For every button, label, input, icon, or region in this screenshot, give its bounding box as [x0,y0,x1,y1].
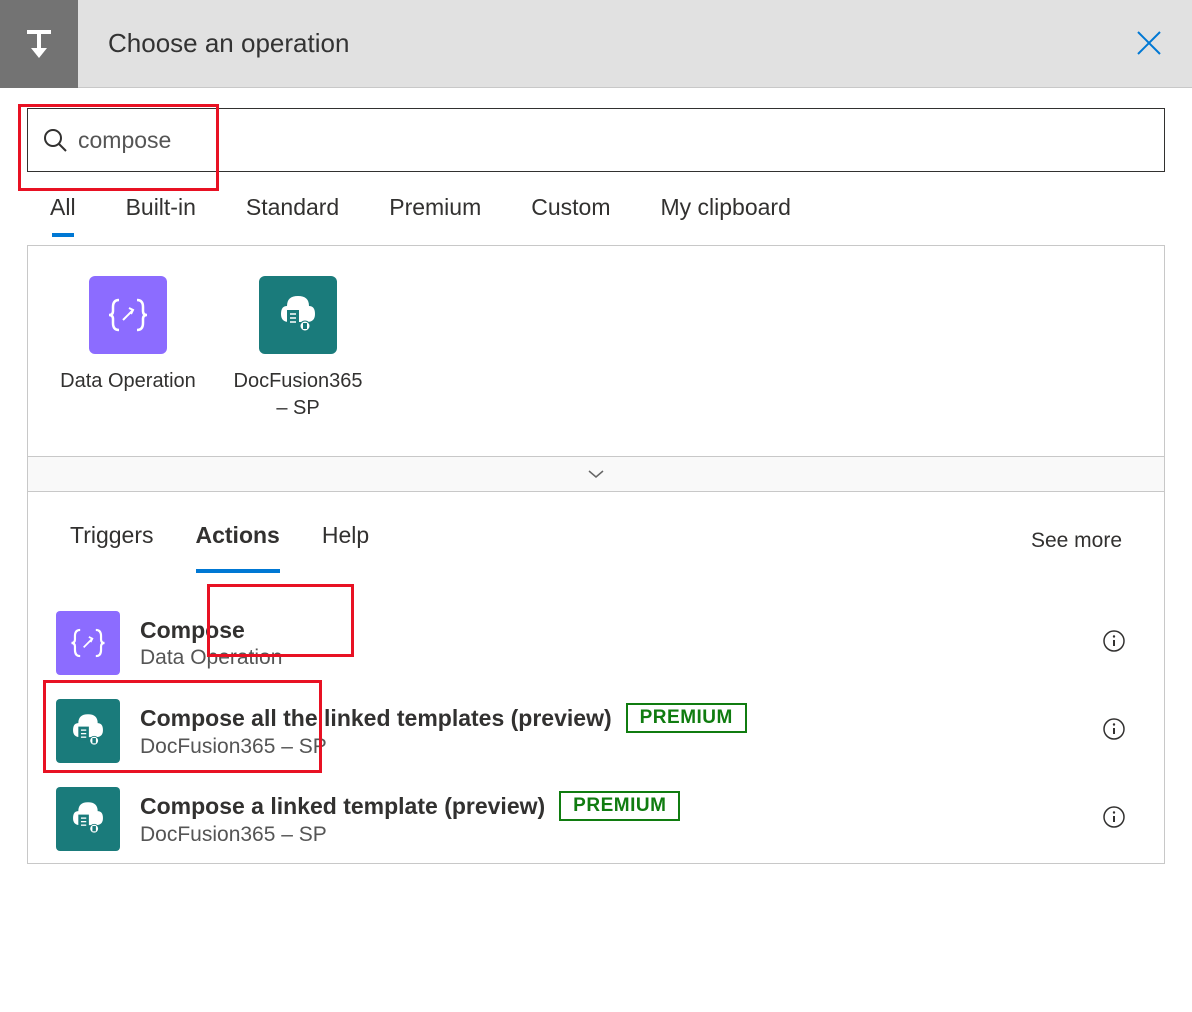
action-text: Compose Data Operation [140,617,1136,670]
info-icon [1102,717,1126,741]
action-compose-all-linked-templates[interactable]: Compose all the linked templates (previe… [46,687,1146,775]
operation-picker-icon [0,0,78,88]
connector-label: Data Operation [58,368,198,395]
connectors-area: Data Operation DocFusion365 – SP [28,246,1164,456]
search-box[interactable] [27,108,1165,172]
category-tabs: All Built-in Standard Premium Custom My … [0,194,1192,245]
action-sub: DocFusion365 – SP [140,823,1136,847]
info-icon [1102,805,1126,829]
action-list: Compose Data Operation [28,577,1164,863]
info-button[interactable] [1102,629,1126,658]
results-panel: Data Operation DocFusion365 – SP [27,245,1165,864]
info-icon [1102,629,1126,653]
connector-label: DocFusion365 – SP [228,368,368,422]
action-title: Compose [140,617,245,644]
docfusion-icon [66,709,110,753]
dialog-header: Choose an operation [0,0,1192,88]
chevron-down-icon [586,468,606,480]
search-wrap [0,88,1192,194]
close-button[interactable] [1134,28,1164,63]
tab-built-in[interactable]: Built-in [126,194,196,231]
info-button[interactable] [1102,805,1126,834]
action-text: Compose all the linked templates (previe… [140,703,1136,759]
docfusion-icon [66,797,110,841]
braces-icon [105,292,151,338]
action-text: Compose a linked template (preview) PREM… [140,791,1136,847]
sub-tab-help[interactable]: Help [322,522,369,559]
braces-icon [68,623,108,663]
see-more-link[interactable]: See more [1031,529,1122,553]
action-sub: DocFusion365 – SP [140,735,1136,759]
dialog-title: Choose an operation [108,28,349,59]
tab-standard[interactable]: Standard [246,194,339,231]
close-icon [1134,28,1164,58]
action-title: Compose a linked template (preview) [140,793,545,820]
action-sub: Data Operation [140,646,1136,670]
action-compose-linked-template[interactable]: Compose a linked template (preview) PREM… [46,775,1146,863]
search-icon [42,127,68,153]
action-icon [56,787,120,851]
action-icon [56,611,120,675]
tab-premium[interactable]: Premium [389,194,481,231]
action-icon [56,699,120,763]
search-input[interactable] [78,127,1150,154]
tab-custom[interactable]: Custom [531,194,610,231]
action-title: Compose all the linked templates (previe… [140,705,612,732]
sub-tab-actions[interactable]: Actions [196,522,280,559]
connector-data-operation[interactable]: Data Operation [58,276,198,422]
premium-badge: PREMIUM [559,791,680,821]
sub-tab-triggers[interactable]: Triggers [70,522,154,559]
tab-all[interactable]: All [50,194,76,231]
premium-badge: PREMIUM [626,703,747,733]
connector-tile [89,276,167,354]
dialog-content: All Built-in Standard Premium Custom My … [0,88,1192,864]
tab-my-clipboard[interactable]: My clipboard [661,194,791,231]
sub-tabs: Triggers Actions Help [70,522,369,559]
info-button[interactable] [1102,717,1126,746]
action-compose[interactable]: Compose Data Operation [46,599,1146,687]
sub-tabs-row: Triggers Actions Help See more [28,492,1164,577]
connector-tile [259,276,337,354]
connector-docfusion[interactable]: DocFusion365 – SP [228,276,368,422]
docfusion-icon [273,290,323,340]
collapse-bar[interactable] [28,456,1164,492]
